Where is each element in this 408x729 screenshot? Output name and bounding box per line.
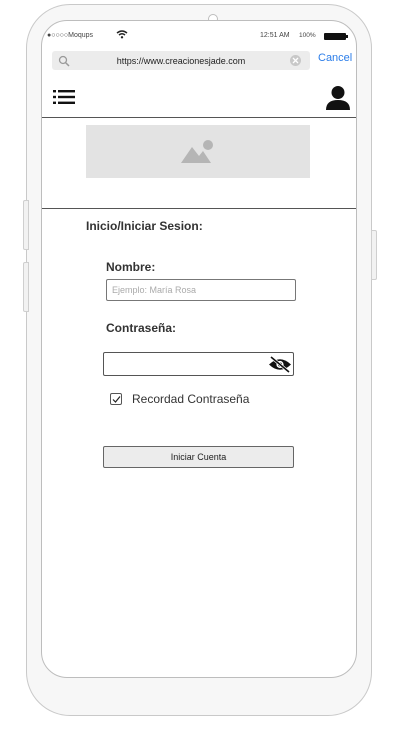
remember-label[interactable]: Recordad Contraseña (132, 392, 249, 406)
status-bar: ●○○○○Moqups 12:51 AM 100% (42, 30, 356, 45)
phone-side-button-right (371, 230, 377, 280)
image-placeholder (86, 125, 310, 178)
password-input[interactable] (103, 352, 294, 376)
image-placeholder-icon (181, 140, 213, 163)
carrier-label: ●○○○○Moqups (47, 32, 94, 39)
name-label: Nombre: (106, 260, 156, 274)
submit-button[interactable]: Iniciar Cuenta (103, 446, 294, 468)
phone-side-button-left-lower (23, 262, 29, 312)
section-divider (42, 208, 356, 209)
status-time: 12:51 AM (260, 32, 290, 39)
battery-icon (324, 33, 348, 40)
battery-percent: 100% (299, 32, 316, 39)
eye-slash-icon[interactable] (268, 355, 292, 378)
wifi-icon (116, 30, 128, 41)
url-bar[interactable]: https://www.creacionesjade.com (52, 51, 310, 70)
remember-checkbox[interactable] (110, 393, 122, 405)
name-input[interactable]: Ejemplo: María Rosa (106, 279, 296, 301)
cancel-button[interactable]: Cancel (318, 52, 352, 64)
url-text[interactable]: https://www.creacionesjade.com (52, 56, 310, 66)
hamburger-menu-icon[interactable] (53, 89, 75, 110)
phone-screen: ●○○○○Moqups 12:51 AM 100% https://www.cr… (41, 20, 357, 678)
app-header (42, 75, 356, 118)
phone-side-button-left (23, 200, 29, 250)
clear-url-icon[interactable] (289, 54, 302, 72)
password-label: Contraseña: (106, 321, 177, 335)
form-title: Inicio/Iniciar Sesion: (86, 219, 203, 233)
user-icon[interactable] (325, 85, 351, 116)
checkmark-icon (112, 396, 121, 403)
